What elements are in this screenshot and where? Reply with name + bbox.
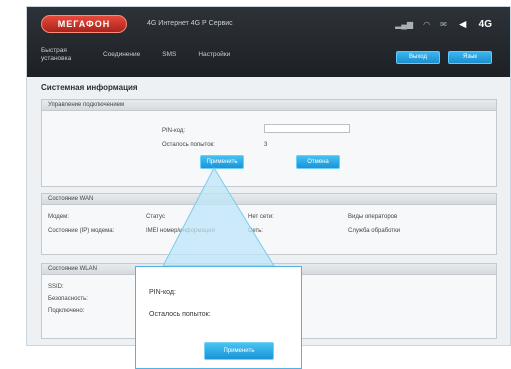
popup-apply-button[interactable]: Применить [204, 342, 274, 360]
popup-attempts-label: Осталось попыток: [149, 311, 211, 318]
pin-callout-popup: PIN-код: Осталось попыток: Применить [135, 266, 302, 369]
popup-pin-label: PIN-код: [149, 289, 176, 296]
